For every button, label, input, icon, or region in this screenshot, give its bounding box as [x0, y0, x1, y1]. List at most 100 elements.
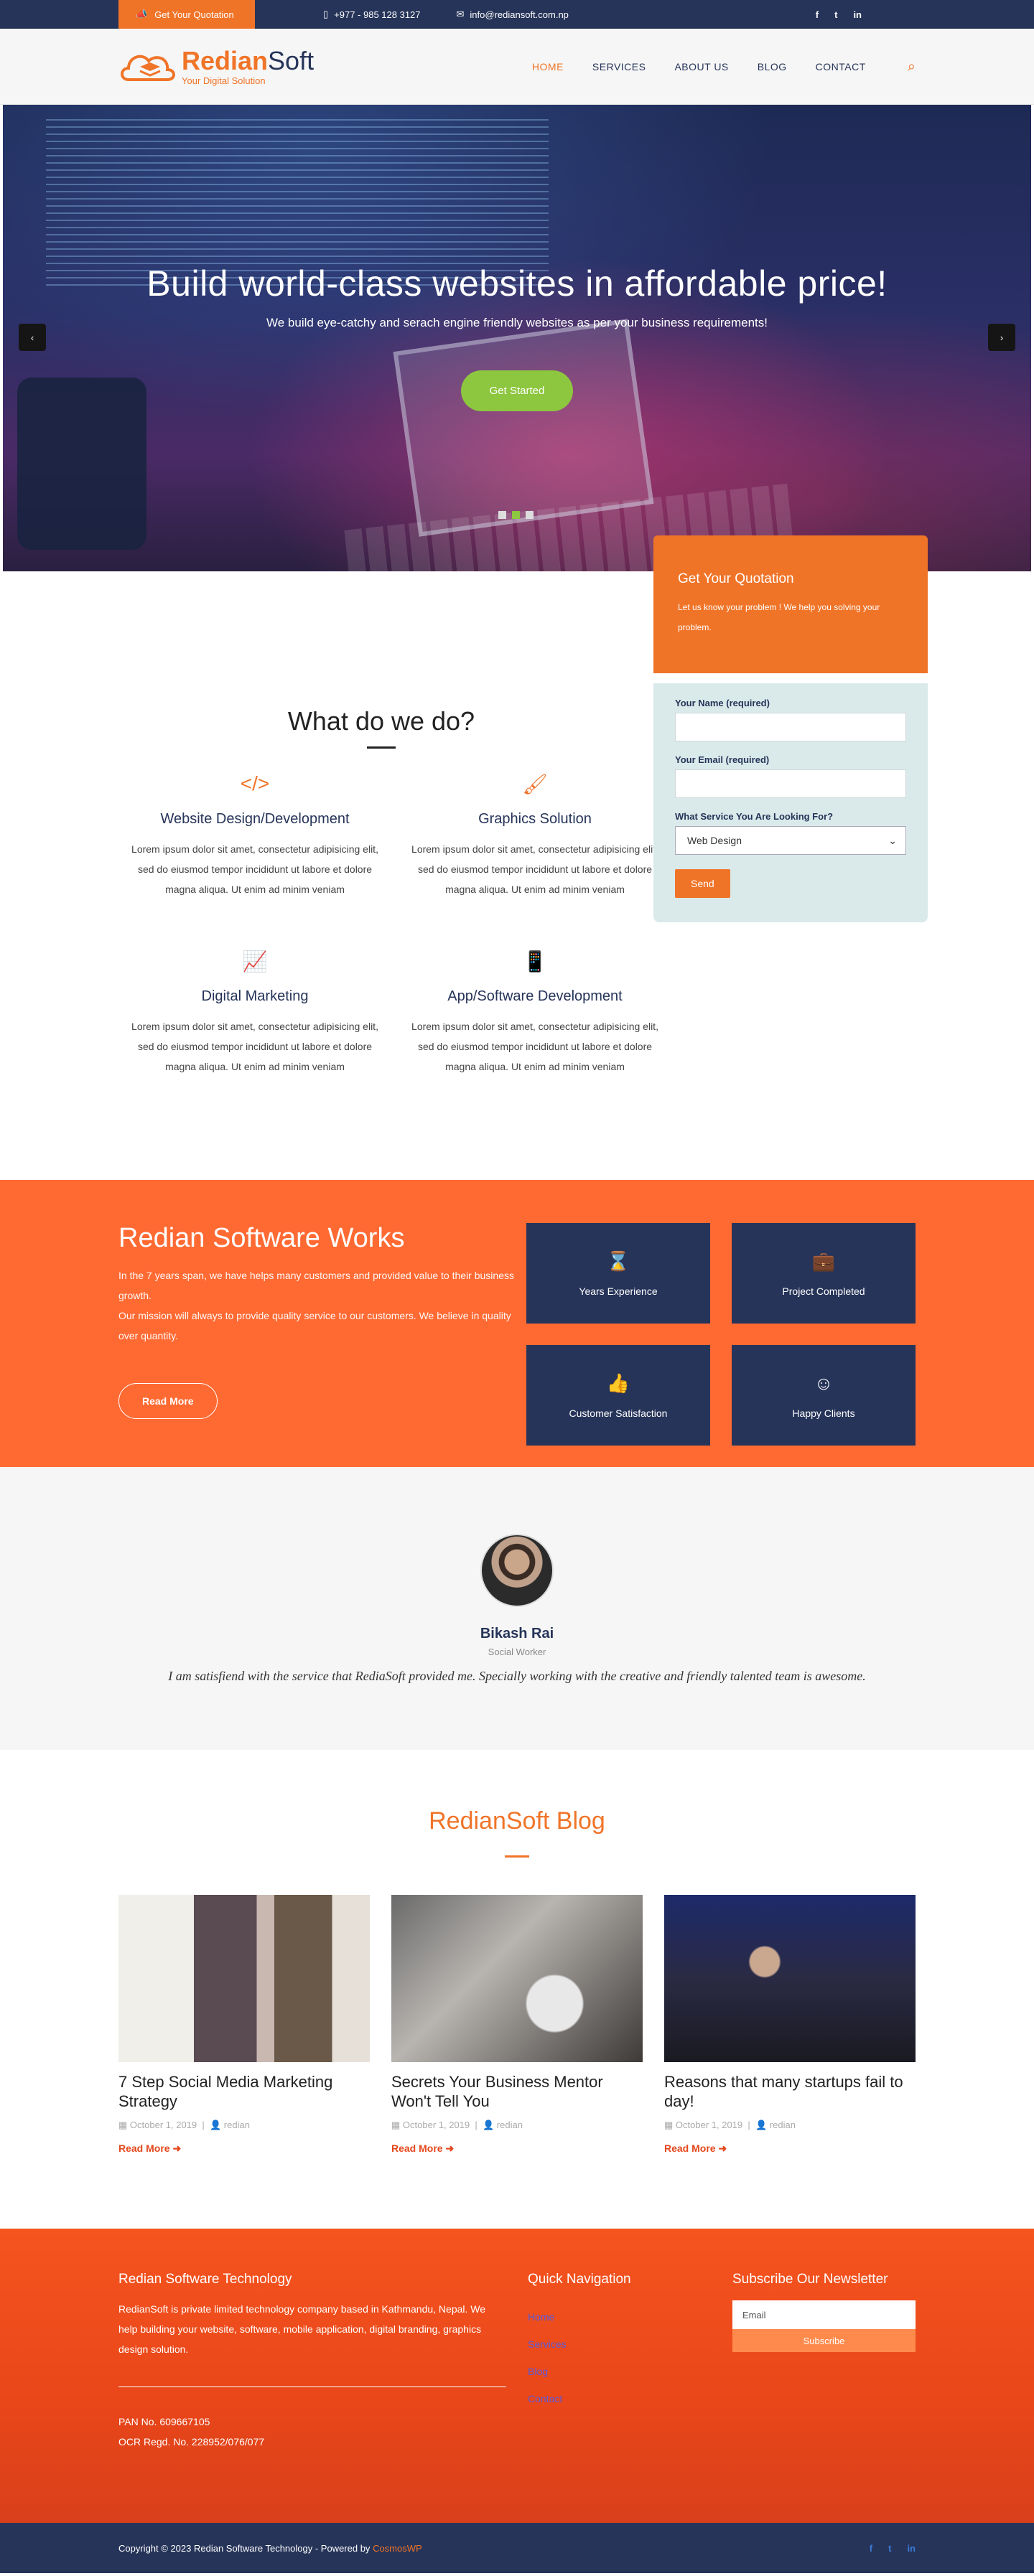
linkedin-icon[interactable]: in [853, 9, 862, 20]
read-more-link[interactable]: Read More ➜ [118, 2142, 370, 2155]
ocr-number: OCR Regd. No. 228952/076/077 [118, 2436, 265, 2448]
smile-icon: ☺ [814, 1372, 834, 1394]
read-more-link[interactable]: Read More ➜ [391, 2142, 643, 2155]
blog-post: Secrets Your Business Mentor Won't Tell … [391, 1895, 643, 2155]
nav-contact[interactable]: CONTACT [816, 61, 866, 72]
powered-by-link[interactable]: CosmosWP [373, 2543, 422, 2554]
footer-link-home[interactable]: Home [528, 2303, 711, 2331]
service-select[interactable]: Web Design ⌄ [675, 826, 906, 855]
top-social-links: f t in [816, 9, 862, 20]
get-started-button[interactable]: Get Started [460, 370, 574, 411]
footer-link-blog[interactable]: Blog [528, 2358, 711, 2385]
blog-section: RedianSoft Blog 7 Step Social Media Mark… [0, 1750, 1034, 2229]
search-icon[interactable]: ⌕ [908, 59, 916, 75]
post-author[interactable]: redian [770, 2120, 796, 2130]
read-more-label: Read More [118, 2142, 170, 2154]
service-text: Lorem ipsum dolor sit amet, consectetur … [131, 1021, 378, 1072]
post-image[interactable] [391, 1895, 643, 2062]
stat-card: 💼 Project Completed [732, 1223, 916, 1324]
phone-number: +977 - 985 128 3127 [334, 9, 421, 20]
read-more-label: Read More [664, 2142, 716, 2154]
hero-title: Build world-class websites in affordable… [146, 263, 888, 304]
service-title[interactable]: Website Design/Development [126, 811, 384, 828]
post-author[interactable]: redian [497, 2120, 523, 2130]
slider-dot-active[interactable] [512, 511, 520, 519]
site-header: RedianSoft Your Digital Solution HOME SE… [0, 29, 1034, 105]
testimonial-section: Bikash Rai Social Worker I am satisfiend… [0, 1467, 1034, 1750]
post-title[interactable]: Secrets Your Business Mentor Won't Tell … [391, 2072, 643, 2111]
name-field[interactable] [675, 713, 906, 741]
service-title[interactable]: Digital Marketing [126, 988, 384, 1005]
post-image[interactable] [118, 1895, 370, 2062]
logo[interactable]: RedianSoft Your Digital Solution [118, 47, 314, 86]
footer-about-text: RedianSoft is private limited technology… [118, 2303, 486, 2355]
heading-divider [505, 1855, 529, 1858]
post-image[interactable] [664, 1895, 916, 2062]
post-author[interactable]: redian [224, 2120, 250, 2130]
nav-about[interactable]: ABOUT US [674, 61, 728, 72]
quotation-text: Let us know your problem ! We help you s… [678, 602, 880, 632]
slider-dots [498, 511, 534, 519]
twitter-icon[interactable]: t [834, 9, 837, 20]
services-heading-block: What do we do? [118, 706, 644, 749]
get-quotation-button[interactable]: 📣 Get Your Quotation [118, 0, 255, 29]
stat-label: Years Experience [579, 1285, 658, 1297]
newsletter-title: Subscribe Our Newsletter [732, 2272, 888, 2287]
top-bar: 📣 Get Your Quotation ▯ +977 - 985 128 31… [0, 0, 1034, 29]
works-text-2: Our mission will always to provide quali… [118, 1310, 511, 1341]
newsletter-email-input[interactable]: Email [732, 2300, 916, 2329]
main-nav: HOME SERVICES ABOUT US BLOG CONTACT [532, 61, 866, 72]
nav-blog[interactable]: BLOG [758, 61, 787, 72]
works-title: Redian Software Works [118, 1223, 405, 1253]
calendar-icon: ▦ [391, 2120, 403, 2130]
calendar-icon: ▦ [664, 2120, 676, 2130]
footer-link-services[interactable]: Services [528, 2331, 711, 2358]
service-title[interactable]: Graphics Solution [406, 811, 664, 828]
slider-dot[interactable] [498, 511, 506, 519]
send-button[interactable]: Send [675, 869, 730, 898]
post-title[interactable]: 7 Step Social Media Marketing Strategy [118, 2072, 370, 2111]
footer-link-contact[interactable]: Contact [528, 2385, 711, 2412]
hero-content: Build world-class websites in affordable… [3, 263, 1031, 411]
facebook-icon[interactable]: f [816, 9, 819, 20]
mobile-icon: 📱 [522, 950, 548, 973]
service-card: </> Website Design/Development Lorem ips… [118, 772, 391, 899]
chart-line-icon: 📈 [242, 950, 268, 973]
envelope-icon: ✉ [456, 9, 465, 19]
read-more-button[interactable]: Read More [118, 1383, 218, 1419]
copyright-text: Copyright © 2023 Redian Software Technol… [118, 2543, 422, 2554]
footer-about: Redian Software Technology RedianSoft is… [118, 2272, 506, 2452]
arrow-circle-icon: ➜ [718, 2142, 727, 2154]
slider-prev-button[interactable]: ‹ [19, 324, 46, 351]
stats-grid: ⌛ Years Experience 💼 Project Completed 👍… [526, 1223, 916, 1446]
twitter-icon[interactable]: t [888, 2543, 891, 2554]
read-more-link[interactable]: Read More ➜ [664, 2142, 916, 2155]
testimonial-quote: I am satisfiend with the service that Re… [168, 1669, 866, 1683]
post-title[interactable]: Reasons that many startups fail to day! [664, 2072, 916, 2111]
email-field[interactable] [675, 769, 906, 798]
facebook-icon[interactable]: f [870, 2543, 872, 2554]
slider-next-button[interactable]: › [988, 324, 1015, 351]
quotation-header: Get Your Quotation Let us know your prob… [653, 535, 928, 673]
works-section: Redian Software Works In the 7 years spa… [0, 1180, 1034, 1467]
service-text: Lorem ipsum dolor sit amet, consectetur … [411, 843, 658, 895]
nav-home[interactable]: HOME [532, 61, 564, 72]
email-contact[interactable]: ✉ info@rediansoft.com.np [457, 9, 569, 20]
nav-services[interactable]: SERVICES [592, 61, 646, 72]
linkedin-icon[interactable]: in [907, 2543, 916, 2554]
phone-icon: ▯ [323, 9, 329, 19]
service-select-value: Web Design [687, 835, 742, 846]
phone-contact[interactable]: ▯ +977 - 985 128 3127 [323, 9, 421, 20]
stat-label: Happy Clients [792, 1407, 855, 1419]
quotation-card: Get Your Quotation Let us know your prob… [653, 535, 928, 922]
slider-dot[interactable] [526, 511, 534, 519]
subscribe-button[interactable]: Subscribe [732, 2329, 916, 2352]
logo-tagline: Your Digital Solution [182, 75, 266, 86]
service-text: Lorem ipsum dolor sit amet, consectetur … [131, 843, 378, 895]
megaphone-icon: 📣 [136, 9, 148, 19]
post-meta: ▦ October 1, 2019 | 👤 redian [664, 2120, 796, 2130]
hero-subtitle: We build eye-catchy and serach engine fr… [266, 316, 768, 329]
service-title[interactable]: App/Software Development [406, 988, 664, 1005]
post-date: October 1, 2019 [675, 2120, 743, 2130]
name-label: Your Name (required) [675, 698, 770, 708]
